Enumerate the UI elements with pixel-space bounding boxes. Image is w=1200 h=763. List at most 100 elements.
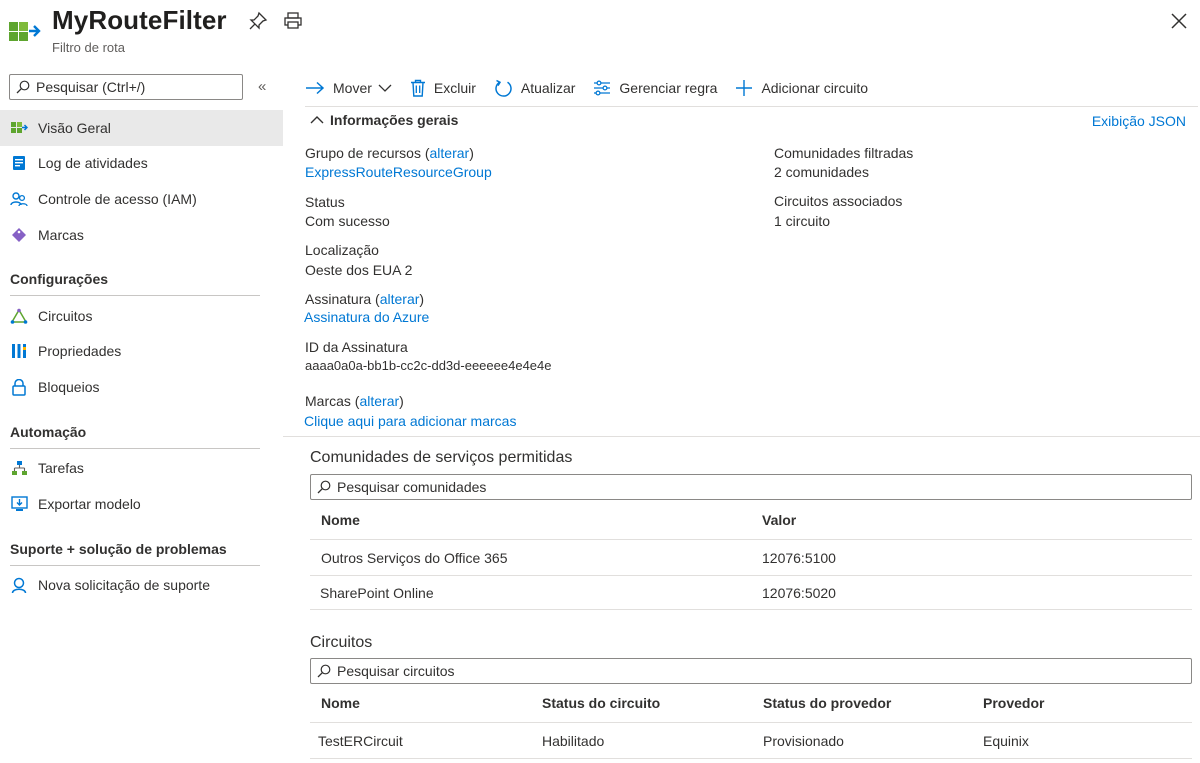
refresh-button[interactable]: Atualizar [494,73,575,103]
overview-icon [10,119,28,137]
associated-circuits-value: 1 circuito [774,213,831,229]
subscription-label: Assinatura (alterar) [305,291,425,307]
column-header-name: Nome [321,512,360,528]
essentials-toggle[interactable]: Informações gerais [310,112,458,128]
associated-circuits-label: Circuitos associados [774,193,903,209]
refresh-icon [495,79,512,97]
sidebar: Pesquisar (Ctrl+/) « Visão Geral Log de … [0,70,283,763]
route-filter-icon [9,22,41,41]
page-title: MyRouteFilter [52,5,227,35]
column-header-value: Valor [762,512,797,528]
sidebar-item-label: Propriedades [38,343,122,359]
move-button[interactable]: Mover [305,73,392,103]
lock-icon [10,378,28,396]
column-header-circuit-status: Status do circuito [542,695,661,711]
community-value-cell: 12076:5100 [762,550,836,566]
sidebar-item-label: Controle de acesso (IAM) [38,191,197,207]
sidebar-item-overview[interactable]: Visão Geral [0,110,283,146]
sidebar-item-tasks[interactable]: Tarefas [0,450,283,486]
sidebar-search-input[interactable]: Pesquisar (Ctrl+/) [9,74,243,100]
add-tags-link[interactable]: Clique aqui para adicionar marcas [304,413,516,429]
section-divider [10,448,260,449]
sidebar-item-new-support-request[interactable]: Nova solicitação de suporte [0,567,283,603]
filtered-communities-label: Comunidades filtradas [774,145,914,161]
column-header-name: Nome [321,695,360,711]
tag-icon [10,226,28,244]
section-title-support: Suporte + solução de problemas [10,541,227,557]
communities-title: Comunidades de serviços permitidas [310,449,573,466]
sidebar-item-circuits[interactable]: Circuitos [0,298,283,334]
subscription-id-value: aaaa0a0a-bb1b-cc2c-dd3d-eeeeee4e4e4e [305,358,552,373]
change-tags-link[interactable]: alterar [359,393,399,409]
search-icon [317,664,331,678]
json-view-link[interactable]: Exibição JSON [1092,113,1186,129]
sidebar-item-activity-log[interactable]: Log de atividades [0,145,283,181]
sidebar-item-properties[interactable]: Propriedades [0,333,283,369]
sidebar-search-placeholder: Pesquisar (Ctrl+/) [36,79,146,95]
sidebar-item-export-template[interactable]: Exportar modelo [0,486,283,522]
column-header-provider-status: Status do provedor [763,695,892,711]
sidebar-item-access-control[interactable]: Controle de acesso (IAM) [0,181,283,217]
circuit-status-cell: Habilitado [542,733,605,749]
resource-group-link[interactable]: ExpressRouteResourceGroup [305,164,492,180]
page-subtitle: Filtro de rota [52,40,125,55]
search-icon [16,80,30,94]
sidebar-item-label: Circuitos [38,308,93,324]
circuits-search-input[interactable]: Pesquisar circuitos [310,658,1192,684]
sidebar-item-label: Bloqueios [38,379,100,395]
communities-search-input[interactable]: Pesquisar comunidades [310,474,1192,500]
add-circuit-button[interactable]: Adicionar circuito [735,73,868,103]
row-divider [310,575,1192,576]
subscription-link[interactable]: Assinatura do Azure [304,309,429,325]
row-divider [310,609,1192,610]
tags-label: Marcas (alterar) [305,393,404,409]
collapse-sidebar-button[interactable]: « [258,78,266,95]
circuits-search-placeholder: Pesquisar circuitos [337,663,455,679]
manage-rule-button[interactable]: Gerenciar regra [593,73,717,103]
row-divider [310,758,1192,759]
row-divider [310,722,1192,723]
circuit-name-cell[interactable]: TestERCircuit [318,733,403,749]
chevron-up-icon [310,116,324,124]
community-value-cell: 12076:5020 [762,585,836,601]
settings-sliders-icon [594,80,611,96]
sidebar-item-label: Visão Geral [38,120,111,136]
section-divider [10,295,260,296]
tags-label-text: Marcas [305,393,351,409]
refresh-label: Atualizar [520,80,576,96]
section-title-automation: Automação [10,424,87,440]
plus-icon [736,80,753,96]
sidebar-item-label: Nova solicitação de suporte [38,577,210,593]
trash-icon [410,79,425,97]
move-label: Mover [333,80,372,96]
add-circuit-label: Adicionar circuito [761,80,869,96]
toolbar-divider [305,106,1198,107]
communities-search-placeholder: Pesquisar comunidades [337,479,487,495]
filtered-communities-value: 2 comunidades [774,164,869,180]
essentials-divider [283,436,1200,437]
resource-group-label: Grupo de recursos (alterar) [305,145,474,161]
sidebar-item-label: Exportar modelo [38,496,141,512]
blade-header: MyRouteFilter Filtro de rota [0,0,1200,60]
access-control-icon [10,190,28,208]
delete-button[interactable]: Excluir [410,73,476,103]
subscription-id-label: ID da Assinatura [305,339,408,355]
print-icon[interactable] [283,11,303,31]
sidebar-item-tags[interactable]: Marcas [0,217,283,253]
change-subscription-link[interactable]: alterar [380,291,420,307]
chevron-down-icon [378,84,392,92]
sidebar-item-locks[interactable]: Bloqueios [0,369,283,405]
provider-status-cell: Provisionado [763,733,844,749]
export-template-icon [10,495,28,513]
change-resource-group-link[interactable]: alterar [430,145,470,161]
provider-cell: Equinix [983,733,1029,749]
section-title-settings: Configurações [10,271,109,287]
manage-rule-label: Gerenciar regra [619,80,718,96]
pin-icon[interactable] [248,11,268,31]
sidebar-item-label: Marcas [38,227,84,243]
circuits-icon [10,307,28,325]
community-name-cell: Outros Serviços do Office 365 [321,550,508,566]
status-label: Status [305,194,345,210]
tasks-icon [10,459,28,477]
close-icon[interactable] [1170,12,1188,30]
